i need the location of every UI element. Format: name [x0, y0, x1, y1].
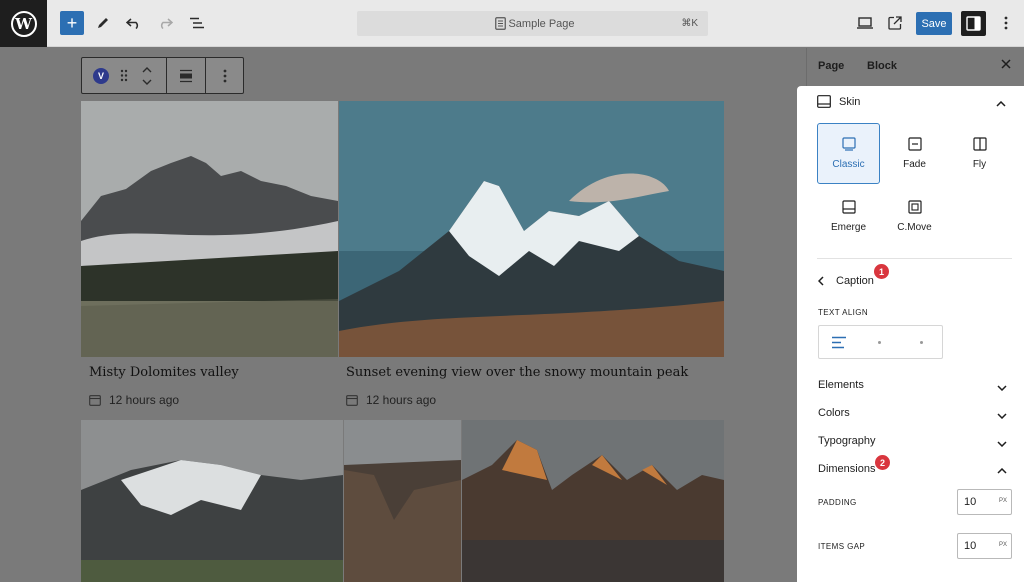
- classic-icon: [841, 137, 856, 151]
- skin-option-label: Fade: [903, 159, 926, 170]
- skin-option-label: Emerge: [830, 222, 866, 233]
- tab-block[interactable]: Block: [867, 60, 897, 72]
- skin-option-label: Fly: [972, 159, 987, 170]
- pencil-tool-icon[interactable]: [91, 11, 115, 35]
- editor-top-bar: W + Sample Page ⌘K Save: [0, 0, 1024, 47]
- elements-section-label[interactable]: Elements: [818, 379, 864, 391]
- wordpress-icon: W: [10, 10, 37, 37]
- view-page-icon[interactable]: [883, 11, 907, 35]
- align-right-icon[interactable]: [920, 341, 923, 344]
- page-icon: [495, 17, 506, 33]
- skin-option-fade[interactable]: Fade: [883, 123, 946, 184]
- gallery-item-1-date: 12 hours ago: [89, 393, 179, 407]
- date-text: 12 hours ago: [366, 393, 437, 407]
- align-icon[interactable]: [179, 69, 193, 86]
- settings-toggle-button[interactable]: [961, 11, 986, 36]
- gallery-image-2[interactable]: [339, 101, 724, 357]
- sidebar-icon: [966, 16, 981, 31]
- wordpress-logo[interactable]: W: [0, 0, 47, 47]
- items-gap-unit[interactable]: PX: [999, 542, 1007, 548]
- desktop-preview-icon[interactable]: [853, 11, 877, 35]
- typography-section-label[interactable]: Typography: [818, 435, 875, 447]
- gallery-image-3[interactable]: [81, 420, 343, 582]
- redo-icon[interactable]: [153, 11, 177, 35]
- tab-page[interactable]: Page: [818, 60, 844, 72]
- gallery-image-5[interactable]: [462, 420, 724, 582]
- padding-unit[interactable]: PX: [999, 498, 1007, 504]
- move-up-down-icon[interactable]: [142, 66, 152, 89]
- document-title: Sample Page: [508, 17, 575, 30]
- document-overview-icon[interactable]: [185, 11, 209, 35]
- skin-option-emerge[interactable]: Emerge: [817, 186, 880, 247]
- emerge-icon: [841, 200, 856, 214]
- gallery-item-2-title: Sunset evening view over the snowy mount…: [346, 365, 689, 380]
- block-type-icon[interactable]: V: [93, 68, 109, 84]
- cmove-icon: [907, 200, 922, 214]
- block-toolbar: V: [81, 57, 244, 94]
- items-gap-value: 10: [964, 540, 977, 552]
- padding-label: PADDING: [818, 498, 857, 507]
- colors-section-label[interactable]: Colors: [818, 407, 850, 419]
- fly-icon: [972, 137, 987, 151]
- fade-icon: [907, 137, 922, 151]
- chevron-down-icon[interactable]: [997, 438, 1007, 450]
- chevron-down-icon[interactable]: [997, 382, 1007, 394]
- save-button[interactable]: Save: [916, 12, 952, 35]
- back-chevron-icon[interactable]: [817, 276, 824, 289]
- add-block-button[interactable]: +: [60, 11, 84, 35]
- dimensions-section-label[interactable]: Dimensions: [818, 463, 875, 475]
- padding-input[interactable]: 10 PX: [957, 489, 1012, 515]
- text-align-label: TEXT ALIGN: [818, 308, 869, 317]
- skin-option-fly[interactable]: Fly: [948, 123, 1011, 184]
- gallery-item-2-date: 12 hours ago: [346, 393, 436, 407]
- align-left-icon[interactable]: [831, 336, 847, 352]
- gallery-image-4[interactable]: [344, 420, 461, 582]
- keyboard-shortcut: ⌘K: [681, 18, 698, 29]
- skin-option-label: C.Move: [897, 222, 932, 233]
- close-icon[interactable]: [1001, 59, 1011, 72]
- more-options-icon[interactable]: [223, 69, 227, 86]
- options-menu-icon[interactable]: [994, 11, 1018, 35]
- padding-value: 10: [964, 496, 977, 508]
- align-center-icon[interactable]: [878, 341, 881, 344]
- chevron-down-icon[interactable]: [997, 410, 1007, 422]
- items-gap-input[interactable]: 10 PX: [957, 533, 1012, 559]
- chevron-up-icon[interactable]: [996, 98, 1006, 110]
- chevron-up-icon[interactable]: [997, 465, 1007, 477]
- skin-option-cmove[interactable]: C.Move: [883, 186, 946, 247]
- gallery-item-1-title: Misty Dolomites valley: [89, 365, 239, 380]
- divider: [817, 258, 1012, 259]
- gallery-image-1[interactable]: [81, 101, 338, 357]
- skin-heading: Skin: [839, 96, 861, 108]
- drag-handle-icon[interactable]: [120, 69, 128, 85]
- calendar-icon: [89, 395, 101, 406]
- text-align-control: [818, 325, 943, 359]
- skin-option-classic[interactable]: Classic: [817, 123, 880, 184]
- items-gap-label: ITEMS GAP: [818, 542, 866, 551]
- caption-heading[interactable]: Caption: [836, 275, 874, 287]
- command-palette-bar[interactable]: Sample Page ⌘K: [357, 11, 708, 36]
- skin-icon: [817, 95, 831, 111]
- calendar-icon: [346, 395, 358, 406]
- date-text: 12 hours ago: [109, 393, 180, 407]
- skin-option-label: Classic: [832, 159, 865, 170]
- caption-step-badge: 1: [874, 264, 889, 279]
- dimensions-step-badge: 2: [875, 455, 890, 470]
- undo-icon[interactable]: [122, 11, 146, 35]
